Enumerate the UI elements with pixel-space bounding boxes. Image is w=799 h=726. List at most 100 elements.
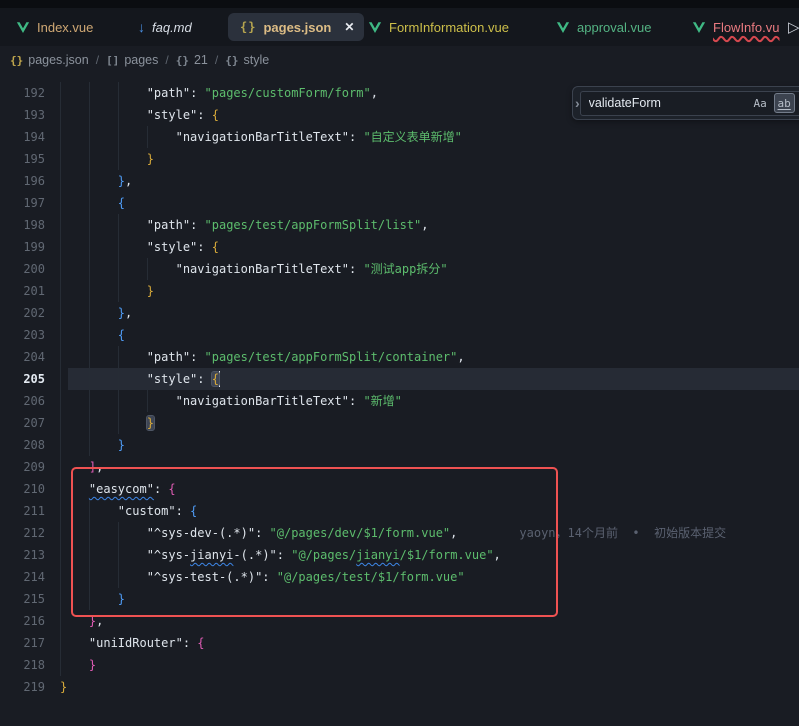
code-line-199[interactable]: 199 "style": { [0,236,799,258]
code-line-214[interactable]: 214 "^sys-test-(.*)": "@/pages/test/$1/f… [0,566,799,588]
code-line-text: ], [60,456,103,478]
vue-icon [368,20,382,34]
code-line-194[interactable]: 194 "navigationBarTitleText": "自定义表单新增" [0,126,799,148]
code-line-205[interactable]: 205 "style": { [0,368,799,390]
code-line-196[interactable]: 196 }, [0,170,799,192]
breadcrumb-item-pages-json[interactable]: {}pages.json [10,53,89,67]
breadcrumb-label: 21 [194,53,208,67]
markdown-arrow-icon: ↓ [138,19,145,35]
tab-label: Index.vue [37,20,93,35]
code-line-207[interactable]: 207 } [0,412,799,434]
code-line-218[interactable]: 218 } [0,654,799,676]
match-case-button[interactable]: Aa [750,93,771,113]
vue-icon [16,20,30,34]
vue-icon [692,20,706,34]
code-line-text: { [60,324,125,346]
line-number[interactable]: 202 [0,302,45,324]
find-input[interactable] [589,96,750,110]
line-number[interactable]: 194 [0,126,45,148]
line-number[interactable]: 217 [0,632,45,654]
line-number[interactable]: 193 [0,104,45,126]
find-button-label: ab [778,97,791,110]
line-number[interactable]: 218 [0,654,45,676]
code-line-208[interactable]: 208 } [0,434,799,456]
tab-label: FormInformation.vue [389,20,509,35]
code-line-text: } [60,676,67,698]
code-line-text: { [60,192,125,214]
tab-flowinfo-vu[interactable]: FlowInfo.vu [692,8,779,46]
code-line-216[interactable]: 216 }, [0,610,799,632]
line-number[interactable]: 195 [0,148,45,170]
line-number[interactable]: 219 [0,676,45,698]
breadcrumb-label: style [243,53,269,67]
breadcrumb-item-21[interactable]: {}21 [176,53,208,67]
line-number[interactable]: 212 [0,522,45,544]
line-number[interactable]: 203 [0,324,45,346]
run-button[interactable]: ▷ [788,8,799,46]
code-line-219[interactable]: 219} [0,676,799,698]
line-number[interactable]: 213 [0,544,45,566]
breadcrumb-separator: / [96,53,99,67]
code-line-217[interactable]: 217 "uniIdRouter": { [0,632,799,654]
vue-icon [556,20,570,34]
code-line-text: "custom": { [60,500,197,522]
json-braces-icon: {} [240,20,256,34]
line-number[interactable]: 207 [0,412,45,434]
code-line-text: "^sys-jianyi-(.*)": "@/pages/jianyi/$1/f… [60,544,501,566]
breadcrumb-item-style[interactable]: {}style [225,53,269,67]
breadcrumb: {}pages.json/[]pages/{}21/{}style [0,46,799,74]
code-line-210[interactable]: 210 "easycom": { [0,478,799,500]
code-line-text: "^sys-dev-(.*)": "@/pages/dev/$1/form.vu… [60,522,726,544]
line-number[interactable]: 192 [0,82,45,104]
tab-faq-md[interactable]: ↓faq.md [138,8,192,46]
code-line-text: "^sys-test-(.*)": "@/pages/test/$1/form.… [60,566,465,588]
tab-forminformation-vue[interactable]: FormInformation.vue [368,8,509,46]
line-number[interactable]: 200 [0,258,45,280]
line-number[interactable]: 215 [0,588,45,610]
line-number[interactable]: 204 [0,346,45,368]
code-line-211[interactable]: 211 "custom": { [0,500,799,522]
line-number[interactable]: 206 [0,390,45,412]
code-line-215[interactable]: 215 } [0,588,799,610]
line-number[interactable]: 205 [0,368,45,390]
line-number[interactable]: 208 [0,434,45,456]
line-number[interactable]: 214 [0,566,45,588]
code-editor[interactable]: 192 "path": "pages/customForm/form",193 … [0,74,799,726]
line-number[interactable]: 199 [0,236,45,258]
code-rows[interactable]: 192 "path": "pages/customForm/form",193 … [0,82,799,698]
tab-index-vue[interactable]: Index.vue [16,8,93,46]
line-number[interactable]: 196 [0,170,45,192]
line-number[interactable]: 197 [0,192,45,214]
line-number[interactable]: 201 [0,280,45,302]
code-line-200[interactable]: 200 "navigationBarTitleText": "测试app拆分" [0,258,799,280]
git-blame-annotation: yaoyn，14个月前 • 初始版本提交 [519,526,726,540]
close-tab-icon[interactable]: ✕ [344,20,354,34]
line-number[interactable]: 211 [0,500,45,522]
code-line-text: "path": "pages/customForm/form", [60,82,378,104]
code-line-204[interactable]: 204 "path": "pages/test/appFormSplit/con… [0,346,799,368]
line-number[interactable]: 210 [0,478,45,500]
code-line-201[interactable]: 201 } [0,280,799,302]
whole-word-button[interactable]: ab [774,93,795,113]
breadcrumb-label: pages.json [28,53,88,67]
code-line-text: "easycom": { [60,478,176,500]
breadcrumb-separator: / [165,53,168,67]
breadcrumb-item-pages[interactable]: []pages [106,53,158,67]
code-line-203[interactable]: 203 { [0,324,799,346]
code-line-209[interactable]: 209 ], [0,456,799,478]
code-line-195[interactable]: 195 } [0,148,799,170]
tab-approval-vue[interactable]: approval.vue [556,8,651,46]
code-line-206[interactable]: 206 "navigationBarTitleText": "新增" [0,390,799,412]
line-number[interactable]: 209 [0,456,45,478]
find-expand-chevron[interactable]: › [575,95,580,111]
line-number[interactable]: 198 [0,214,45,236]
code-line-212[interactable]: 212 "^sys-dev-(.*)": "@/pages/dev/$1/for… [0,522,799,544]
code-line-text: }, [60,170,132,192]
tab-pages-json[interactable]: {}pages.json✕ [228,13,364,41]
code-line-213[interactable]: 213 "^sys-jianyi-(.*)": "@/pages/jianyi/… [0,544,799,566]
line-number[interactable]: 216 [0,610,45,632]
code-line-197[interactable]: 197 { [0,192,799,214]
code-line-202[interactable]: 202 }, [0,302,799,324]
code-line-text: "path": "pages/test/appFormSplit/contain… [60,346,465,368]
code-line-198[interactable]: 198 "path": "pages/test/appFormSplit/lis… [0,214,799,236]
